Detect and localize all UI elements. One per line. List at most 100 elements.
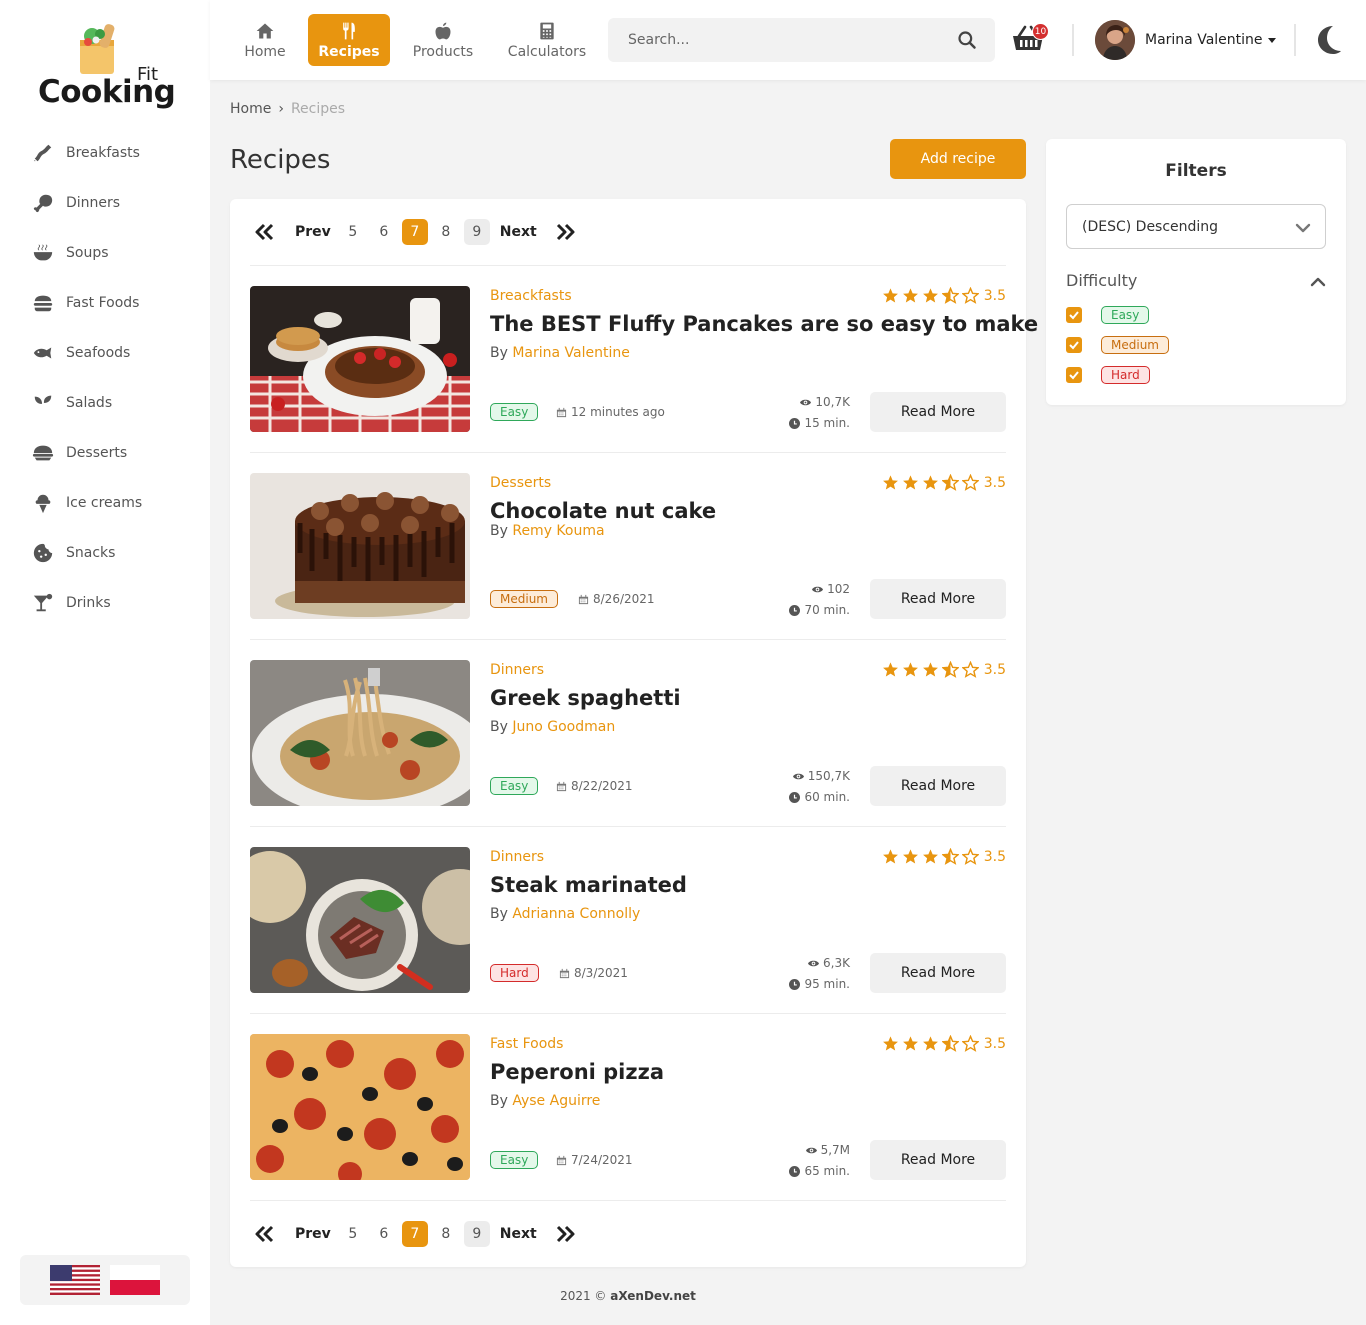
recipe-category[interactable]: Dinners <box>490 849 544 865</box>
difficulty-badge: Easy <box>490 777 539 795</box>
footer-site-link[interactable]: aXenDev.net <box>610 1289 696 1303</box>
recipe-date-text: 12 minutes ago <box>571 405 665 419</box>
sidebar: Fit Cooking Breakfasts Dinners Soups Fas… <box>0 0 210 1325</box>
recipe-author[interactable]: Remy Kouma <box>512 523 604 539</box>
sidebar-item-salads[interactable]: Salads <box>0 378 210 428</box>
recipe-author[interactable]: Marina Valentine <box>512 345 630 361</box>
sidebar-item-fast-foods[interactable]: Fast Foods <box>0 278 210 328</box>
search-icon[interactable] <box>957 30 977 50</box>
star-full-icon <box>882 849 898 864</box>
category-nav: Breakfasts Dinners Soups Fast Foods Seaf… <box>0 128 210 628</box>
recipe-author[interactable]: Juno Goodman <box>512 719 615 735</box>
sidebar-item-desserts[interactable]: Desserts <box>0 428 210 478</box>
double-chevron-left-icon[interactable] <box>254 1225 276 1243</box>
page-5[interactable]: 5 <box>340 1221 366 1247</box>
read-more-button[interactable]: Read More <box>870 953 1006 993</box>
nav-calculators[interactable]: Calculators <box>500 14 594 66</box>
recipe-image-steak[interactable] <box>250 847 470 993</box>
search-input[interactable] <box>608 18 948 62</box>
poland-flag-icon[interactable] <box>110 1265 160 1295</box>
add-recipe-button[interactable]: Add recipe <box>890 139 1026 179</box>
recipe-author-line: By Marina Valentine <box>490 345 630 361</box>
recipe-time: 65 min. <box>789 1164 850 1178</box>
recipe-image-pancakes[interactable] <box>250 286 470 432</box>
recipe-title[interactable]: The BEST Fluffy Pancakes are so easy to … <box>490 312 1038 336</box>
nav-home[interactable]: Home <box>232 14 298 66</box>
sidebar-item-label: Snacks <box>66 545 116 561</box>
rating-stars: 3.5 <box>882 474 1006 491</box>
recipe-category[interactable]: Breackfasts <box>490 288 572 304</box>
top-bar: Home Recipes Products Calculators 10 <box>210 0 1366 80</box>
star-full-icon <box>882 1036 898 1051</box>
recipe-author[interactable]: Adrianna Connolly <box>512 906 640 922</box>
nav-recipes[interactable]: Recipes <box>308 14 390 66</box>
page-6[interactable]: 6 <box>371 1221 397 1247</box>
double-chevron-left-icon[interactable] <box>254 223 276 241</box>
burger-icon <box>33 295 53 312</box>
recipe-title[interactable]: Steak marinated <box>490 873 687 897</box>
apple-icon <box>435 22 451 39</box>
pagination-prev[interactable]: Prev <box>295 224 331 240</box>
page-7-current[interactable]: 7 <box>401 219 428 245</box>
rating-value: 3.5 <box>983 661 1006 678</box>
easy-checkbox[interactable] <box>1066 307 1082 323</box>
recipe-title[interactable]: Chocolate nut cake <box>490 499 716 523</box>
recipe-category[interactable]: Dinners <box>490 662 544 678</box>
moon-icon[interactable] <box>1314 24 1346 56</box>
difficulty-section-toggle[interactable]: Difficulty <box>1066 271 1326 290</box>
sidebar-item-label: Dinners <box>66 195 121 211</box>
recipe-views: 5,7M <box>805 1143 850 1157</box>
sidebar-item-drinks[interactable]: Drinks <box>0 578 210 628</box>
difficulty-option-hard: Hard <box>1066 364 1150 386</box>
cookie-icon <box>33 543 53 563</box>
hard-checkbox[interactable] <box>1066 367 1082 383</box>
page-8[interactable]: 8 <box>433 219 459 245</box>
recipe-views: 102 <box>812 582 850 596</box>
breadcrumb-home[interactable]: Home <box>230 101 271 117</box>
page-7-current[interactable]: 7 <box>401 1221 428 1247</box>
double-chevron-right-icon[interactable] <box>554 1225 576 1243</box>
us-flag-icon[interactable] <box>50 1265 100 1295</box>
recipe-title[interactable]: Greek spaghetti <box>490 686 681 710</box>
recipe-views-text: 150,7K <box>807 769 850 783</box>
star-full-icon <box>902 849 918 864</box>
read-more-button[interactable]: Read More <box>870 766 1006 806</box>
fish-icon <box>33 347 52 359</box>
page-5[interactable]: 5 <box>340 219 366 245</box>
sidebar-item-dinners[interactable]: Dinners <box>0 178 210 228</box>
recipe-image-chocolate-cake[interactable] <box>250 473 470 619</box>
sidebar-item-snacks[interactable]: Snacks <box>0 528 210 578</box>
medium-checkbox[interactable] <box>1066 337 1082 353</box>
page-8[interactable]: 8 <box>433 1221 459 1247</box>
page-9[interactable]: 9 <box>463 219 490 245</box>
recipe-category[interactable]: Desserts <box>490 475 551 491</box>
read-more-button[interactable]: Read More <box>870 579 1006 619</box>
recipe-author[interactable]: Ayse Aguirre <box>512 1093 600 1109</box>
nav-label: Home <box>244 43 286 60</box>
logo[interactable]: Fit Cooking <box>36 18 176 113</box>
pagination-next[interactable]: Next <box>500 1226 537 1242</box>
grocery-bag-icon <box>80 24 115 74</box>
recipe-category[interactable]: Fast Foods <box>490 1036 563 1052</box>
sidebar-item-label: Fast Foods <box>66 295 140 311</box>
recipe-image-spaghetti[interactable] <box>250 660 470 806</box>
recipe-title[interactable]: Peperoni pizza <box>490 1060 664 1084</box>
sort-order-select[interactable]: (DESC) Descending <box>1066 204 1326 249</box>
pagination-next[interactable]: Next <box>500 224 537 240</box>
sidebar-item-seafoods[interactable]: Seafoods <box>0 328 210 378</box>
page-9[interactable]: 9 <box>463 1221 490 1247</box>
page-6[interactable]: 6 <box>371 219 397 245</box>
nav-products[interactable]: Products <box>406 14 480 66</box>
pagination-prev[interactable]: Prev <box>295 1226 331 1242</box>
recipe-image-pizza[interactable] <box>250 1034 470 1180</box>
recipe-author-line: By Juno Goodman <box>490 719 615 735</box>
sidebar-item-breakfasts[interactable]: Breakfasts <box>0 128 210 178</box>
sidebar-item-soups[interactable]: Soups <box>0 228 210 278</box>
sidebar-item-ice-creams[interactable]: Ice creams <box>0 478 210 528</box>
caret-down-icon <box>1267 37 1276 43</box>
double-chevron-right-icon[interactable] <box>554 223 576 241</box>
divider <box>1294 24 1296 56</box>
read-more-button[interactable]: Read More <box>870 392 1006 432</box>
read-more-button[interactable]: Read More <box>870 1140 1006 1180</box>
user-menu[interactable]: Marina Valentine <box>1095 20 1276 60</box>
